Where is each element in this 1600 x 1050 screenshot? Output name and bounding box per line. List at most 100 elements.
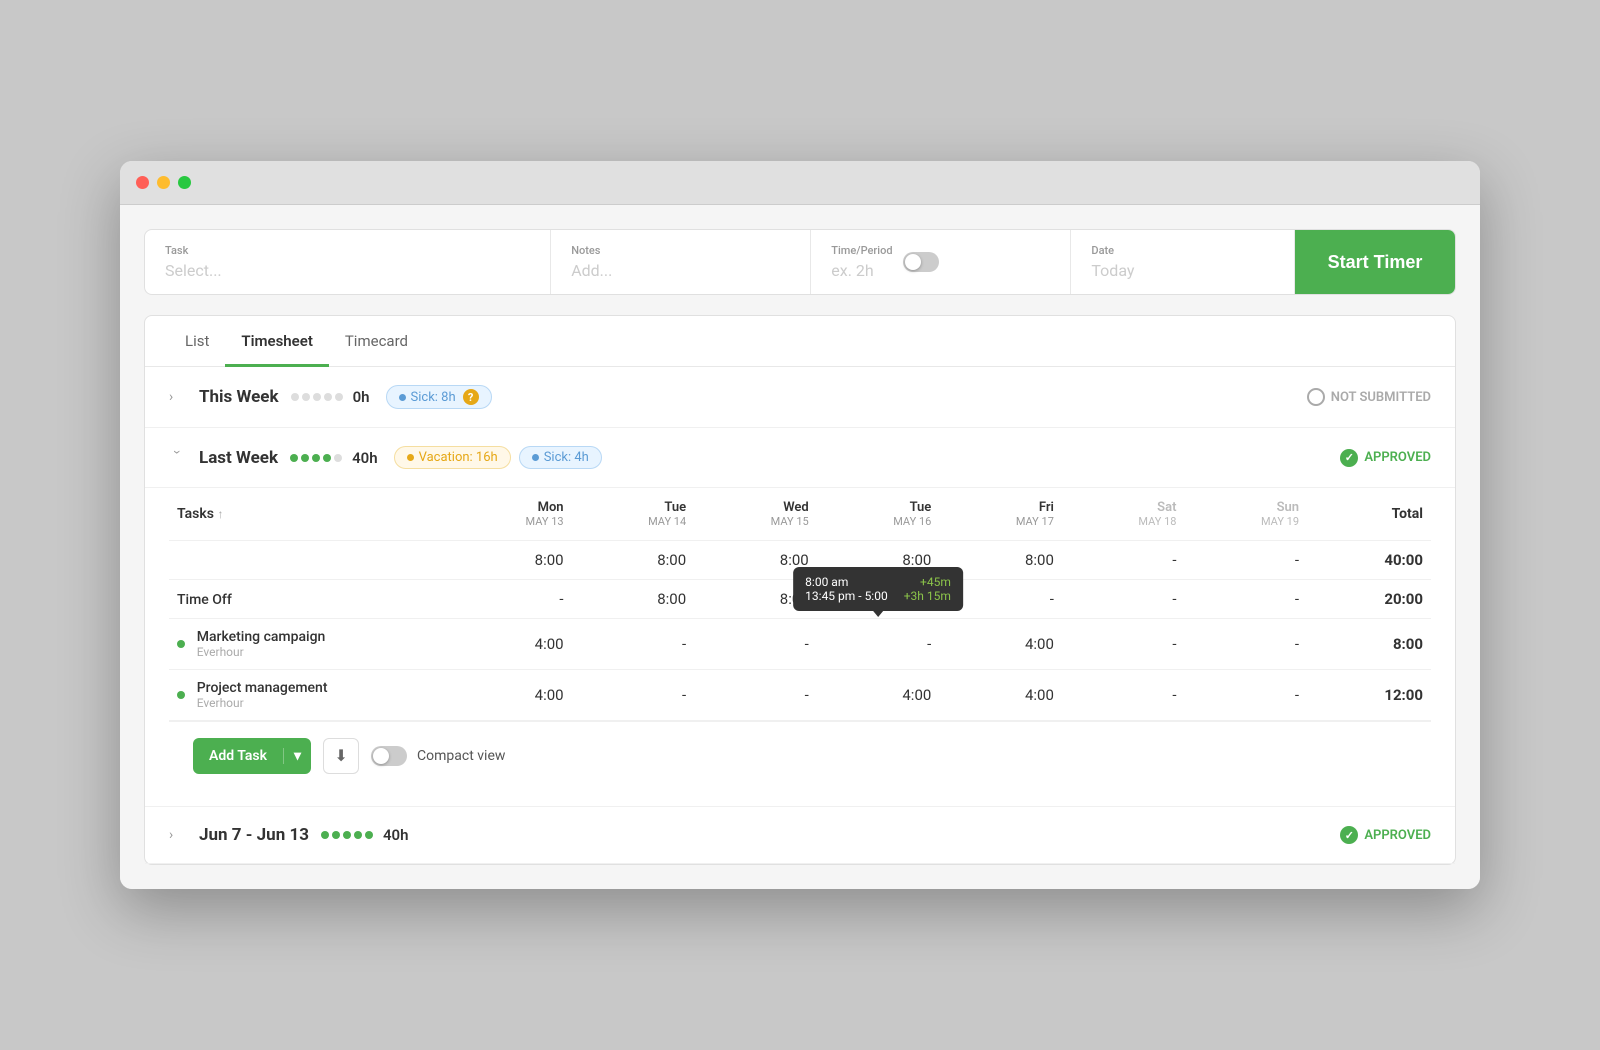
tue14-date: MAY 14 [580,515,687,528]
sun-header: Sun MAY 19 [1184,488,1307,541]
last-week-hours: 40h [352,449,378,467]
this-week-row[interactable]: › This Week 0h Sick: 8h ? NOT SU [145,367,1455,428]
app-content: Task Select... Notes Add... Time/Period … [120,205,1480,889]
main-card: List Timesheet Timecard › This Week 0h [144,315,1456,865]
this-week-title: This Week [199,387,279,407]
mon-name: Mon [457,500,564,515]
total-header: Total [1307,488,1431,541]
tue16-date: MAY 16 [825,515,932,528]
maximize-button[interactable] [178,176,191,189]
approved-label: APPROVED [1364,450,1431,465]
add-task-button[interactable]: Add Task ▾ [193,738,311,774]
tab-list[interactable]: List [169,316,225,367]
sat-header: Sat MAY 18 [1062,488,1185,541]
tooltip-plus-2: +3h 15m [904,589,951,603]
last-week-row[interactable]: › Last Week 40h Vacation: 16h Sick: 4h [145,428,1455,488]
notes-placeholder: Add... [571,261,790,280]
tooltip-time-1: 8:00 am [805,575,848,589]
marketing-task: Marketing campaign Everhour [169,619,449,670]
pm-fri: 4:00 [939,670,1062,721]
pm-project: Everhour [197,696,328,710]
start-timer-button[interactable]: Start Timer [1295,230,1455,294]
tab-timecard[interactable]: Timecard [329,316,424,367]
pm-mon: 4:00 [449,670,572,721]
totals-task-cell [169,541,449,580]
sat-name: Sat [1070,500,1177,515]
task-field[interactable]: Task Select... [145,230,551,294]
last-week-sick-badge: Sick: 4h [519,446,602,469]
wed-date: MAY 15 [702,515,809,528]
time-off-name: Time Off [177,592,232,608]
sat-date: MAY 18 [1070,515,1177,528]
pm-bullet [177,691,185,699]
marketing-name: Marketing campaign [197,629,326,645]
last-week-status: ✓ APPROVED [1340,449,1431,467]
add-task-chevron-icon[interactable]: ▾ [283,748,311,764]
totals-sun: - [1184,541,1307,580]
timer-toggle[interactable] [903,252,939,272]
totals-total: 40:00 [1307,541,1431,580]
marketing-mon: 4:00 [449,619,572,670]
dot-2 [302,393,310,401]
last-week-vacation-badge: Vacation: 16h [394,446,511,469]
pm-name: Project management [197,680,328,696]
jun-week-chevron: › [169,827,185,843]
timeperiod-field[interactable]: Time/Period ex. 2h [811,230,1071,294]
dot-3 [313,393,321,401]
notes-field[interactable]: Notes Add... [551,230,811,294]
dot-1 [291,393,299,401]
date-value: Today [1091,261,1274,280]
pm-wed: - [694,670,817,721]
not-submitted-label: NOT SUBMITTED [1331,390,1431,405]
minimize-button[interactable] [157,176,170,189]
jdot-2 [332,831,340,839]
project-management-row: Project management Everhour 4:00 - - 4:0… [169,670,1431,721]
time-off-sun: - [1184,580,1307,619]
jun-week-title: Jun 7 - Jun 13 [199,825,309,845]
marketing-bullet [177,640,185,648]
sick-badge-dot [399,394,406,401]
this-week-status: NOT SUBMITTED [1307,388,1431,406]
pm-total: 12:00 [1307,670,1431,721]
download-button[interactable]: ⬇ [323,738,359,774]
jun-week-status: ✓ APPROVED [1340,826,1431,844]
time-off-tue16: 8:00 am +45m 13:45 pm - 5:00 +3h 15m [817,580,940,619]
dot-3 [312,454,320,462]
sort-icon[interactable]: ↑ [217,507,223,521]
marketing-row: Marketing campaign Everhour 4:00 - - - 4… [169,619,1431,670]
marketing-wed: - [694,619,817,670]
totals-mon: 8:00 [449,541,572,580]
task-placeholder: Select... [165,261,530,280]
jun-approved-label: APPROVED [1364,828,1431,843]
vacation-badge-label: Vacation: 16h [419,450,498,465]
sick2-badge-dot [532,454,539,461]
sick-badge-question: ? [463,389,479,405]
jun-week-dots [321,831,373,839]
tue16-name: Tue [825,500,932,515]
tasks-header: Tasks ↑ [169,488,449,541]
mon-date: MAY 13 [457,515,564,528]
compact-view-toggle[interactable] [371,746,407,766]
jdot-1 [321,831,329,839]
tooltip-row-2: 13:45 pm - 5:00 +3h 15m [805,589,951,603]
mon-header: Mon MAY 13 [449,488,572,541]
tabs-bar: List Timesheet Timecard [145,316,1455,367]
sick-badge-label: Sick: 8h [411,390,456,405]
this-week-chevron: › [169,389,185,405]
tab-timesheet[interactable]: Timesheet [225,316,328,367]
last-week-title: Last Week [199,448,278,468]
time-off-total: 20:00 [1307,580,1431,619]
close-button[interactable] [136,176,149,189]
this-week-sick-badge: Sick: 8h ? [386,385,492,409]
pm-sat: - [1062,670,1185,721]
titlebar [120,161,1480,205]
jun-week-row[interactable]: › Jun 7 - Jun 13 40h ✓ APPROVED [145,806,1455,864]
wed-header: Wed MAY 15 [694,488,817,541]
tooltip-row-1: 8:00 am +45m [805,575,951,589]
timer-row: Task Select... Notes Add... Time/Period … [144,229,1456,295]
time-off-mon: - [449,580,572,619]
date-field[interactable]: Date Today [1071,230,1295,294]
jdot-5 [365,831,373,839]
last-week-chevron: › [169,450,185,466]
marketing-fri: 4:00 [939,619,1062,670]
